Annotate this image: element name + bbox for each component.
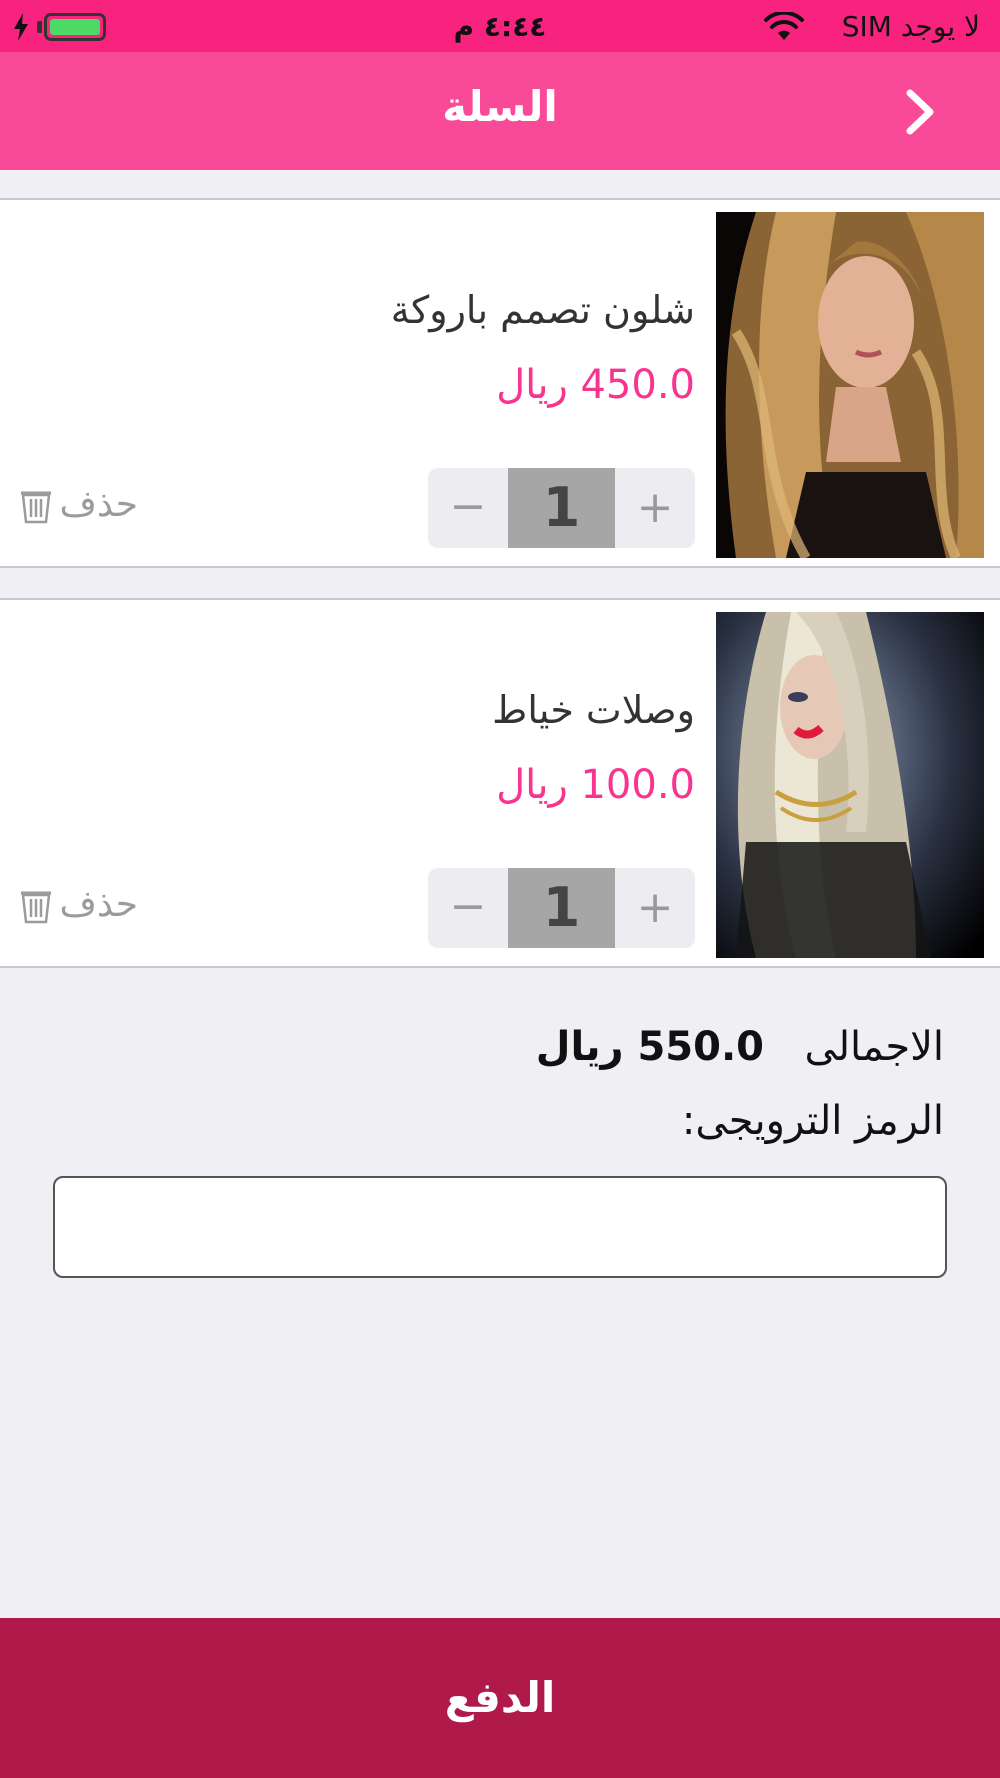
delete-label: حذف [59, 884, 138, 925]
trash-icon [21, 891, 51, 924]
trash-icon [21, 491, 51, 524]
promo-code-label: الرمز الترويجى: [681, 1098, 944, 1144]
nav-bar: السلة [0, 52, 1000, 170]
delete-button[interactable]: حذف [20, 882, 150, 932]
quantity-stepper: + 1 − [428, 468, 695, 548]
quantity-stepper: + 1 − [428, 868, 695, 948]
wifi-icon [764, 12, 804, 40]
page-title: السلة [442, 82, 558, 131]
hair-photo-illustration [716, 612, 984, 958]
product-image[interactable] [716, 212, 984, 558]
back-chevron-icon[interactable] [900, 87, 940, 137]
product-name: شلون تصمم باروكة [390, 288, 695, 332]
increase-quantity-button[interactable]: + [615, 868, 695, 948]
delete-label: حذف [59, 484, 138, 525]
product-image[interactable] [716, 612, 984, 958]
quantity-value: 1 [508, 468, 615, 548]
product-name: وصلات خياط [492, 688, 695, 732]
increase-quantity-button[interactable]: + [615, 468, 695, 548]
pay-button[interactable]: الدفع [0, 1618, 1000, 1778]
total-label: الاجمالى [804, 1024, 945, 1070]
decrease-quantity-button[interactable]: − [428, 468, 508, 548]
status-bar: ٤:٤٤ م لا يوجد SIM [0, 0, 1000, 52]
cart-item: شلون تصمم باروكة 450.0 ريال + 1 − حذف [0, 198, 1000, 568]
hair-photo-illustration [716, 212, 984, 558]
decrease-quantity-button[interactable]: − [428, 868, 508, 948]
product-price: 100.0 ريال [496, 762, 695, 808]
quantity-value: 1 [508, 868, 615, 948]
carrier-label: لا يوجد SIM [841, 10, 980, 43]
cart-item: وصلات خياط 100.0 ريال + 1 − حذف [0, 598, 1000, 968]
total-value: 550.0 ريال [535, 1024, 764, 1070]
promo-code-input[interactable] [53, 1176, 947, 1278]
delete-button[interactable]: حذف [20, 482, 150, 532]
product-price: 450.0 ريال [496, 362, 695, 408]
